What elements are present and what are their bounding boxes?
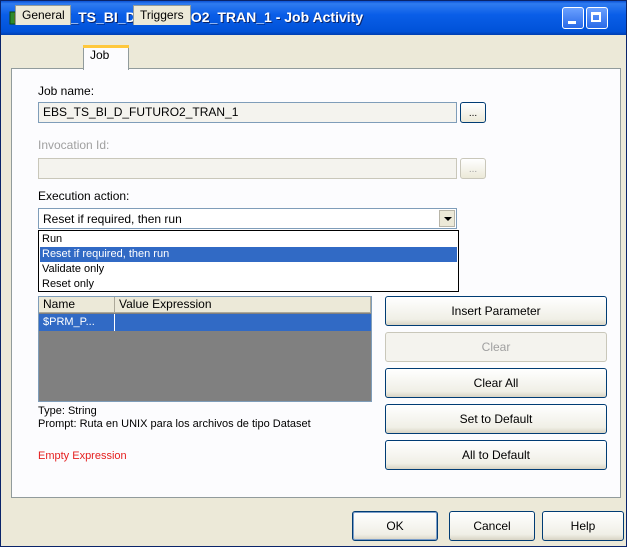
job-name-browse-button[interactable]: ...: [460, 102, 486, 123]
column-header-name[interactable]: Name: [39, 297, 115, 313]
execution-action-value: Reset if required, then run: [43, 212, 182, 226]
execution-action-dropdown: Run Reset if required, then run Validate…: [38, 230, 459, 292]
parameters-grid[interactable]: Name Value Expression $PRM_P...: [38, 296, 372, 402]
tab-general[interactable]: General: [15, 5, 71, 25]
parameter-type: Type: String: [38, 405, 97, 417]
help-button[interactable]: Help: [542, 511, 624, 541]
option-run[interactable]: Run: [40, 232, 457, 247]
cancel-button[interactable]: Cancel: [449, 511, 535, 541]
insert-parameter-button[interactable]: Insert Parameter: [385, 296, 607, 326]
tab-job[interactable]: Job: [83, 45, 129, 70]
empty-expression-warning: Empty Expression: [38, 450, 127, 462]
parameter-prompt: Prompt: Ruta en UNIX para los archivos d…: [38, 418, 311, 430]
chevron-down-icon[interactable]: [439, 210, 455, 227]
minimize-button[interactable]: [562, 7, 584, 29]
set-to-default-button[interactable]: Set to Default: [385, 404, 607, 434]
job-activity-dialog: JOBT_TS_BI_D_FUTURO2_TRAN_1 - Job Activi…: [0, 0, 627, 547]
job-name-label: Job name:: [38, 84, 95, 98]
title-bar[interactable]: JOBT_TS_BI_D_FUTURO2_TRAN_1 - Job Activi…: [1, 1, 626, 35]
ok-button[interactable]: OK: [352, 511, 438, 541]
parameter-name-cell[interactable]: $PRM_P...: [39, 314, 115, 331]
parameter-value-cell[interactable]: [115, 314, 371, 331]
window-title: JOBT_TS_BI_D_FUTURO2_TRAN_1 - Job Activi…: [33, 9, 364, 25]
invocation-id-field[interactable]: [38, 158, 457, 179]
execution-action-select[interactable]: Reset if required, then run: [38, 208, 457, 229]
option-reset-if-required[interactable]: Reset if required, then run: [40, 247, 457, 262]
maximize-button[interactable]: [586, 7, 608, 29]
clear-all-button[interactable]: Clear All: [385, 368, 607, 398]
all-to-default-button[interactable]: All to Default: [385, 440, 607, 470]
clear-button[interactable]: Clear: [385, 332, 607, 362]
execution-action-label: Execution action:: [38, 189, 130, 203]
option-reset-only[interactable]: Reset only: [40, 277, 457, 292]
invocation-id-browse-button[interactable]: ...: [460, 158, 486, 179]
tab-triggers[interactable]: Triggers: [133, 5, 191, 25]
column-header-value-expression[interactable]: Value Expression: [115, 297, 371, 313]
option-validate-only[interactable]: Validate only: [40, 262, 457, 277]
invocation-id-label: Invocation Id:: [38, 138, 110, 152]
job-name-field[interactable]: EBS_TS_BI_D_FUTURO2_TRAN_1: [38, 102, 457, 123]
